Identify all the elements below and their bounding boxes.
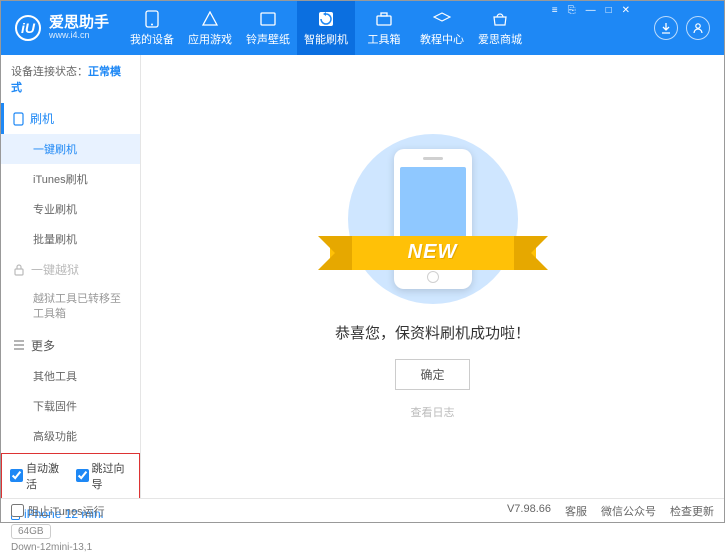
device-storage: 64GB [11, 524, 51, 539]
wallpaper-icon [259, 10, 277, 28]
nav-label: 爱思商城 [478, 31, 522, 47]
sidebar-item-itunes[interactable]: iTunes刷机 [1, 164, 140, 194]
store-icon [491, 10, 509, 28]
ok-button[interactable]: 确定 [395, 359, 469, 390]
jailbreak-note: 越狱工具已转移至工具箱 [1, 285, 140, 330]
nav-label: 智能刷机 [304, 31, 348, 47]
toolbox-icon [375, 10, 393, 28]
success-message: 恭喜您，保资料刷机成功啦！ [335, 322, 530, 343]
nav-toolbox[interactable]: 工具箱 [355, 1, 413, 55]
sidebar: 设备连接状态：正常模式 刷机 一键刷机 iTunes刷机 专业刷机 批量刷机 一… [1, 55, 141, 498]
lock-icon [13, 264, 25, 276]
refresh-icon [317, 10, 335, 28]
success-illustration: NEW [348, 134, 518, 304]
logo-icon: iU [15, 15, 41, 41]
connection-status: 设备连接状态：正常模式 [1, 55, 140, 103]
nav-label: 铃声壁纸 [246, 31, 290, 47]
graduation-icon [433, 10, 451, 28]
section-flash[interactable]: 刷机 [1, 103, 140, 134]
sidebar-item-pro[interactable]: 专业刷机 [1, 194, 140, 224]
nav-label: 教程中心 [420, 31, 464, 47]
nav-store[interactable]: 爱思商城 [471, 1, 529, 55]
titlebar: iU 爱思助手 www.i4.cn 我的设备 应用游戏 铃声壁纸 智能刷机 [1, 1, 724, 55]
list-icon [13, 340, 25, 350]
nav-tutorials[interactable]: 教程中心 [413, 1, 471, 55]
nav-label: 应用游戏 [188, 31, 232, 47]
checkbox[interactable] [10, 469, 23, 482]
device-model: Down-12mini-13,1 [11, 542, 130, 553]
app-subtitle: www.i4.cn [49, 31, 109, 41]
opt-auto-activate[interactable]: 自动激活 [10, 460, 66, 492]
menu-icon[interactable]: ≡ [552, 5, 558, 16]
main-nav: 我的设备 应用游戏 铃声壁纸 智能刷机 工具箱 教程中心 [123, 1, 529, 55]
sidebar-item-batch[interactable]: 批量刷机 [1, 224, 140, 254]
app-window: iU 爱思助手 www.i4.cn 我的设备 应用游戏 铃声壁纸 智能刷机 [0, 0, 725, 523]
block-itunes[interactable]: 阻止iTunes运行 [11, 503, 105, 519]
main-content: NEW 恭喜您，保资料刷机成功啦！ 确定 查看日志 [141, 55, 724, 498]
section-title: 一键越狱 [31, 261, 79, 278]
checkbox[interactable] [76, 469, 89, 482]
sidebar-item-advanced[interactable]: 高级功能 [1, 421, 140, 451]
conn-label: 设备连接状态： [11, 66, 88, 78]
nav-label: 我的设备 [130, 31, 174, 47]
phone-icon [13, 112, 24, 126]
options-box: 自动激活 跳过向导 [1, 453, 140, 499]
sidebar-item-oneclick[interactable]: 一键刷机 [1, 134, 140, 164]
user-button[interactable] [686, 16, 710, 40]
view-log-link[interactable]: 查看日志 [411, 404, 455, 420]
nav-my-device[interactable]: 我的设备 [123, 1, 181, 55]
app-title: 爱思助手 [49, 15, 109, 32]
nav-flash[interactable]: 智能刷机 [297, 1, 355, 55]
pin-icon[interactable]: ⎘ [568, 5, 576, 16]
nav-ringtones[interactable]: 铃声壁纸 [239, 1, 297, 55]
section-more[interactable]: 更多 [1, 330, 140, 361]
download-button[interactable] [654, 16, 678, 40]
update-link[interactable]: 检查更新 [670, 503, 714, 519]
sidebar-item-other[interactable]: 其他工具 [1, 361, 140, 391]
sidebar-item-firmware[interactable]: 下载固件 [1, 391, 140, 421]
new-ribbon: NEW [330, 236, 536, 270]
version: V7.98.66 [507, 503, 551, 519]
window-controls: ≡ ⎘ — □ ✕ [552, 1, 640, 16]
service-link[interactable]: 客服 [565, 503, 587, 519]
section-title: 更多 [31, 337, 55, 354]
checkbox[interactable] [11, 504, 24, 517]
opt-skip-guide[interactable]: 跳过向导 [76, 460, 132, 492]
nav-label: 工具箱 [368, 31, 401, 47]
logo: iU 爱思助手 www.i4.cn [1, 15, 123, 41]
nav-apps[interactable]: 应用游戏 [181, 1, 239, 55]
section-jailbreak[interactable]: 一键越狱 [1, 254, 140, 285]
maximize-icon[interactable]: □ [606, 5, 612, 16]
minimize-icon[interactable]: — [586, 5, 596, 16]
section-title: 刷机 [30, 110, 54, 127]
apps-icon [201, 10, 219, 28]
footer: 阻止iTunes运行 V7.98.66 客服 微信公众号 检查更新 [1, 498, 724, 522]
phone-icon [143, 10, 161, 28]
close-icon[interactable]: ✕ [622, 5, 630, 16]
wechat-link[interactable]: 微信公众号 [601, 503, 656, 519]
